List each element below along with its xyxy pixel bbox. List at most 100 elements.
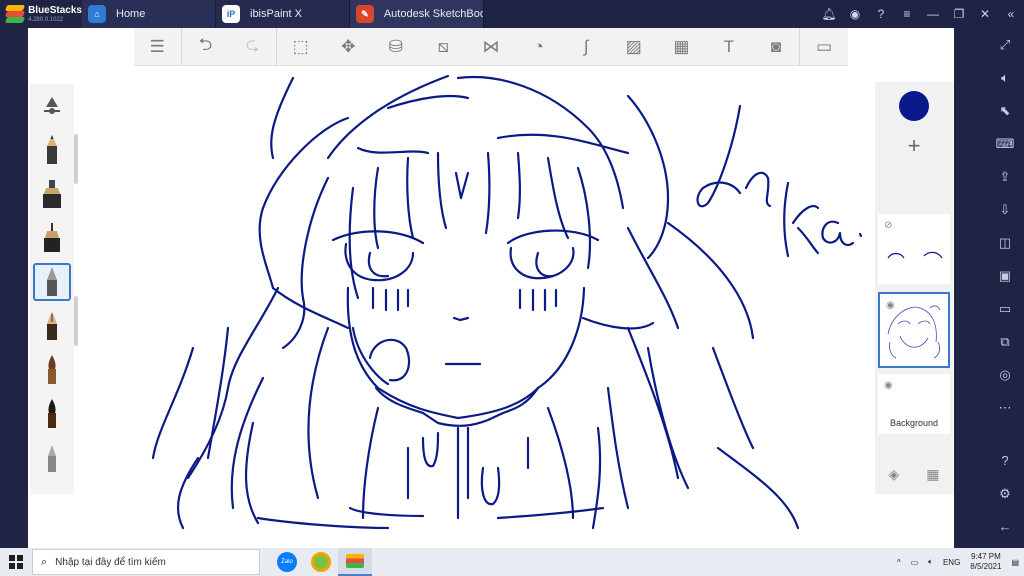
taskbar-zalo[interactable]: Zalo (270, 548, 304, 576)
redo-icon[interactable]: ⮎ (229, 28, 277, 66)
collapse-icon[interactable]: « (998, 7, 1024, 21)
color-picker-swatch[interactable] (899, 91, 929, 121)
brush-scrollbar[interactable] (74, 134, 78, 184)
folder-icon[interactable]: ▭ (986, 292, 1024, 325)
layer-stack-icon[interactable]: ◈ (888, 466, 899, 483)
right-frame (954, 28, 986, 548)
image-icon[interactable]: ▨ (610, 28, 658, 66)
help-icon[interactable]: ? (868, 7, 894, 21)
hair-stroke (281, 176, 330, 350)
hair-stroke (666, 221, 755, 340)
keyboard-icon[interactable]: ⌨ (986, 127, 1024, 160)
brush-settings[interactable] (30, 84, 74, 128)
transform-icon[interactable]: ✥ (324, 28, 372, 66)
undo-icon[interactable]: ⮌ (182, 28, 230, 66)
help-icon[interactable]: ? (986, 444, 1024, 477)
pencil-brush-icon (33, 131, 71, 169)
ballpoint-pen[interactable] (30, 260, 74, 304)
bangs-stroke (454, 171, 470, 200)
close-icon[interactable]: ✕ (972, 7, 998, 21)
home-icon: ⌂ (88, 5, 106, 23)
volume-tray-icon[interactable]: 🔈︎ (928, 557, 933, 567)
network-icon[interactable]: ▭ (911, 558, 919, 567)
more-icon[interactable]: ⋯ (986, 391, 1024, 424)
airbrush[interactable] (30, 436, 74, 480)
airbrush-icon (33, 439, 71, 477)
screenshot-icon[interactable]: ◫ (986, 226, 1024, 259)
hair-stroke (270, 76, 295, 160)
menu-icon[interactable]: ≡ (894, 7, 920, 21)
hair-stroke (356, 146, 430, 155)
language-indicator[interactable]: ENG (943, 558, 960, 567)
bangs-stroke (576, 166, 592, 270)
select-icon[interactable]: ⬚ (277, 28, 325, 66)
video-icon[interactable]: ◙ (753, 28, 801, 66)
taskbar-search[interactable]: ⌕ Nhập tại đây để tìm kiếm (32, 549, 260, 575)
bluestacks-titlebar: BlueStacks 4.280.0.1022 ⌂ Home iP ibisPa… (0, 0, 1024, 28)
cursor-icon[interactable]: ⬉ (986, 94, 1024, 127)
technical-pen[interactable] (30, 216, 74, 260)
drawing-canvas[interactable] (28, 28, 954, 548)
ink-brush[interactable] (30, 392, 74, 436)
tab-home[interactable]: ⌂ Home (82, 0, 216, 28)
eye-hidden-icon[interactable]: ⊘ (884, 220, 892, 231)
brush-scrollbar-lower[interactable] (74, 296, 78, 346)
perspective-icon[interactable]: ▦ (658, 28, 706, 66)
windows-start-button[interactable] (0, 548, 32, 576)
layers-panel: + ⊘ ◉ ◉ Background ◈ ▦ (875, 82, 953, 494)
signature-stroke (783, 181, 790, 258)
tab-sketchbook[interactable]: ✎ Autodesk SketchBook (350, 0, 484, 28)
text-icon[interactable]: T (705, 28, 753, 66)
eye-visible-icon[interactable]: ◉ (886, 300, 895, 311)
apk-install-icon[interactable]: ⇪ (986, 160, 1024, 193)
notification-icon[interactable]: ▤ (1011, 558, 1019, 567)
record-icon[interactable]: ▣ (986, 259, 1024, 292)
layer-thumb-1[interactable]: ⊘ (878, 214, 950, 284)
minimize-icon[interactable]: — (920, 7, 946, 21)
chevron-up-icon[interactable]: ^ (897, 558, 901, 567)
back-icon[interactable]: ← (986, 510, 1024, 543)
hair-stroke (646, 346, 690, 490)
bell-icon[interactable]: 🔔︎ (816, 7, 842, 21)
search-placeholder: Nhập tại đây để tìm kiếm (55, 556, 166, 568)
download-icon[interactable]: ⇩ (986, 193, 1024, 226)
settings-icon[interactable]: ⚙ (986, 477, 1024, 510)
ruler-icon[interactable]: ⧅ (420, 28, 468, 66)
layers-list-icon[interactable]: ☰ (134, 28, 182, 66)
hair-stroke (606, 386, 630, 510)
volume-icon[interactable]: 🔈︎ (986, 61, 1024, 94)
fullscreen-icon[interactable]: ⤢ (986, 28, 1024, 61)
layer-background[interactable]: ◉ Background (878, 374, 950, 434)
clock[interactable]: 9:47 PM 8/5/2021 (965, 552, 1006, 571)
taskbar-app-2[interactable] (304, 548, 338, 576)
shape-icon[interactable]: ◔ (515, 28, 563, 66)
pencil-brush[interactable] (30, 128, 74, 172)
signature-stroke (821, 220, 855, 247)
face-stroke (346, 286, 586, 420)
ear-stroke (271, 286, 350, 330)
bangs-stroke (546, 156, 570, 240)
eye-visible-icon[interactable]: ◉ (884, 380, 893, 391)
location-icon[interactable]: ◎ (986, 358, 1024, 391)
fountain-pen[interactable] (30, 304, 74, 348)
restore-icon[interactable]: ❐ (946, 7, 972, 21)
fill-icon[interactable]: ⛁ (372, 28, 420, 66)
brush-settings-icon (33, 87, 71, 125)
fullscreen-icon[interactable]: ▭ (800, 28, 848, 66)
marker-brush-icon (33, 175, 71, 213)
tab-ibispaint[interactable]: iP ibisPaint X (216, 0, 350, 28)
bluestacks-app-icon (346, 554, 364, 568)
eye-stroke (535, 251, 555, 278)
multi-instance-icon[interactable]: ⧉ (986, 325, 1024, 358)
stroke-icon[interactable]: ∫ (562, 28, 610, 66)
taskbar-bluestacks[interactable] (338, 548, 372, 576)
paintbrush[interactable] (30, 348, 74, 392)
grid-view-icon[interactable]: ▦ (926, 466, 939, 483)
add-layer-icon[interactable]: + (875, 133, 953, 159)
layer-thumb-2[interactable]: ◉ (878, 292, 950, 368)
hair-stroke (591, 426, 602, 530)
symmetry-icon[interactable]: ⋈ (467, 28, 515, 66)
account-icon[interactable]: ◉ (842, 7, 868, 21)
hair-stroke (326, 74, 450, 160)
marker-brush[interactable] (30, 172, 74, 216)
